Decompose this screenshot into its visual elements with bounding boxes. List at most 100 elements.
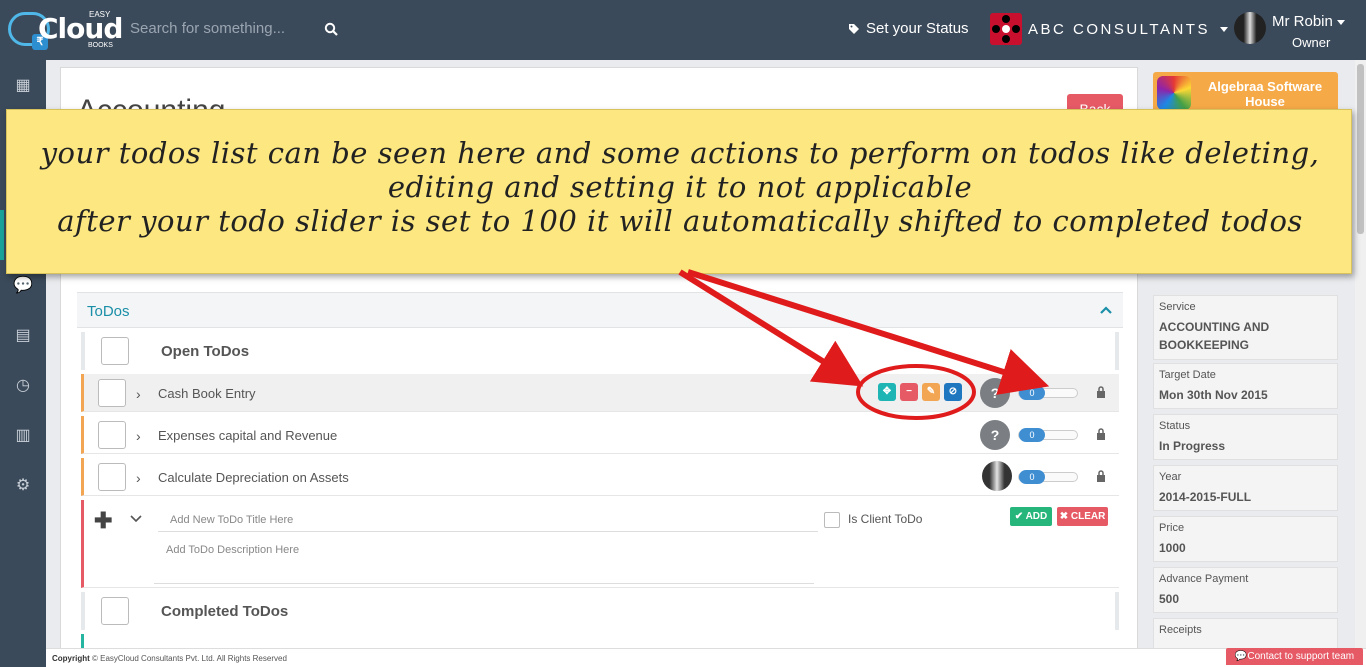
info-card-target-date: Target Date Mon 30th Nov 2015 — [1153, 363, 1338, 409]
annotation-line-1: your todos list can be seen here and som… — [40, 136, 1320, 204]
dashboard-icon[interactable]: ▦ — [13, 76, 33, 96]
lock-icon[interactable] — [1096, 470, 1106, 482]
clear-button[interactable]: ✖ CLEAR — [1057, 507, 1108, 526]
annotation-note: your todos list can be seen here and som… — [6, 109, 1352, 274]
set-status-link[interactable]: Set your Status — [848, 20, 969, 37]
completed-todos-group: Completed ToDos — [81, 592, 1119, 630]
set-status-label: Set your Status — [866, 20, 969, 37]
user-name: Mr Robin — [1272, 13, 1345, 30]
open-todos-group: Open ToDos — [81, 332, 1119, 370]
contact-support-button[interactable]: 💬Contact to support team — [1226, 648, 1363, 665]
completed-todos-title: Completed ToDos — [161, 603, 289, 620]
clock-icon[interactable]: ◷ — [13, 376, 33, 396]
info-card-year: Year 2014-2015-FULL — [1153, 465, 1338, 511]
company-logo — [990, 13, 1022, 45]
progress-slider[interactable]: 0 — [1018, 386, 1078, 400]
client-logo — [1157, 76, 1191, 110]
is-client-label: Is Client ToDo — [848, 512, 923, 526]
annotation-line-2: after your todo slider is set to 100 it … — [57, 204, 1303, 238]
footer: Copyright © EasyCloud Consultants Pvt. L… — [46, 648, 1366, 667]
unassigned-avatar[interactable]: ? — [980, 420, 1010, 450]
assignee-avatar[interactable] — [982, 461, 1012, 491]
active-indicator — [0, 210, 4, 260]
client-name: Algebraa Software House — [1207, 79, 1323, 109]
client-card[interactable]: Algebraa Software House — [1153, 72, 1338, 112]
todo-title: Calculate Depreciation on Assets — [158, 470, 349, 485]
copyright-text: Copyright © EasyCloud Consultants Pvt. L… — [52, 654, 287, 663]
card-value: 2014-2015-FULL — [1159, 490, 1252, 504]
minus-icon[interactable]: − — [900, 383, 918, 401]
document-icon[interactable]: ▤ — [13, 326, 33, 346]
todo-checkbox[interactable] — [98, 379, 126, 407]
annotation-text: your todos list can be seen here and som… — [27, 136, 1333, 238]
news-icon[interactable]: ▥ — [13, 426, 33, 446]
easycloud-logo[interactable]: ₹ Cloud EASY BOOKS — [8, 6, 123, 52]
slider-knob[interactable]: 0 — [1019, 470, 1045, 484]
unassigned-avatar[interactable]: ? — [980, 378, 1010, 408]
chevron-right-icon[interactable]: › — [136, 428, 141, 444]
todo-checkbox[interactable] — [98, 463, 126, 491]
slider-knob[interactable]: 0 — [1019, 428, 1045, 442]
search-input[interactable]: Search for something... — [130, 20, 285, 37]
logo-top: EASY — [89, 10, 111, 19]
todo-checkbox[interactable] — [98, 421, 126, 449]
card-value: 1000 — [1159, 541, 1186, 555]
card-label: Receipts — [1159, 624, 1202, 636]
avatar — [1234, 12, 1266, 44]
logo-bottom: BOOKS — [88, 42, 113, 49]
todo-actions: ✥ − ✎ ⊘ — [878, 383, 962, 401]
user-role: Owner — [1292, 35, 1331, 50]
new-todo-description-input[interactable]: Add ToDo Description Here — [154, 540, 814, 584]
new-todo-title-input[interactable]: Add New ToDo Title Here — [158, 508, 818, 532]
todo-row[interactable]: › Expenses capital and Revenue ? 0 — [81, 416, 1119, 454]
todo-row[interactable]: › Cash Book Entry ✥ − ✎ ⊘ ? 0 — [81, 374, 1119, 412]
chevron-up-icon[interactable] — [1099, 303, 1113, 317]
page-scrollbar[interactable] — [1355, 60, 1366, 667]
card-label: Advance Payment — [1159, 573, 1249, 585]
edit-icon[interactable]: ✎ — [922, 383, 940, 401]
card-label: Target Date — [1159, 369, 1216, 381]
card-value: Mon 30th Nov 2015 — [1159, 388, 1268, 402]
top-navbar: ₹ Cloud EASY BOOKS Search for something.… — [0, 0, 1366, 60]
comment-icon: 💬 — [1234, 651, 1248, 662]
info-card-advance: Advance Payment 500 — [1153, 567, 1338, 613]
lock-icon[interactable] — [1096, 428, 1106, 440]
add-todo-button[interactable]: ✔ ADD — [1010, 507, 1052, 526]
slider-knob[interactable]: 0 — [1019, 386, 1045, 400]
progress-slider[interactable]: 0 — [1018, 428, 1078, 442]
lock-icon[interactable] — [1096, 386, 1106, 398]
company-switcher[interactable]: ABC CONSULTANTS — [990, 13, 1228, 45]
card-value: 500 — [1159, 592, 1180, 606]
group-checkbox[interactable] — [101, 597, 129, 625]
tag-icon — [849, 23, 859, 34]
card-label: Status — [1159, 420, 1191, 432]
scrollbar-thumb[interactable] — [1357, 64, 1364, 234]
chevron-right-icon[interactable]: › — [136, 470, 141, 486]
gear-icon[interactable]: ⚙ — [13, 476, 33, 496]
caret-down-icon — [1336, 19, 1345, 25]
card-value: ACCOUNTING AND BOOKKEEPING — [1159, 320, 1270, 352]
card-label: Year — [1159, 471, 1182, 483]
move-icon[interactable]: ✥ — [878, 383, 896, 401]
group-checkbox[interactable] — [101, 337, 129, 365]
todos-header[interactable]: ToDos — [77, 292, 1123, 328]
todos-section: ToDos Open ToDos › Cash Book Entry ✥ − ✎… — [77, 292, 1123, 658]
card-value: In Progress — [1159, 439, 1226, 453]
todos-title: ToDos — [87, 303, 130, 320]
todo-row[interactable]: › Calculate Depreciation on Assets 0 — [81, 458, 1119, 496]
new-todo-form: ✚ Add New ToDo Title Here Add ToDo Descr… — [81, 500, 1119, 588]
is-client-checkbox[interactable] — [824, 512, 840, 528]
info-card-status: Status In Progress — [1153, 414, 1338, 460]
progress-slider[interactable]: 0 — [1018, 470, 1078, 484]
chat-icon[interactable]: 💬 — [13, 276, 33, 296]
chevron-right-icon[interactable]: › — [136, 386, 141, 402]
search-icon[interactable] — [324, 22, 338, 36]
card-label: Price — [1159, 522, 1185, 534]
chevron-down-icon[interactable] — [130, 512, 142, 524]
todo-title: Cash Book Entry — [158, 386, 256, 401]
open-todos-title: Open ToDos — [161, 343, 250, 360]
ban-icon[interactable]: ⊘ — [944, 383, 962, 401]
card-label: Service — [1159, 301, 1196, 313]
todo-title: Expenses capital and Revenue — [158, 428, 338, 443]
plus-icon[interactable]: ✚ — [94, 508, 112, 534]
